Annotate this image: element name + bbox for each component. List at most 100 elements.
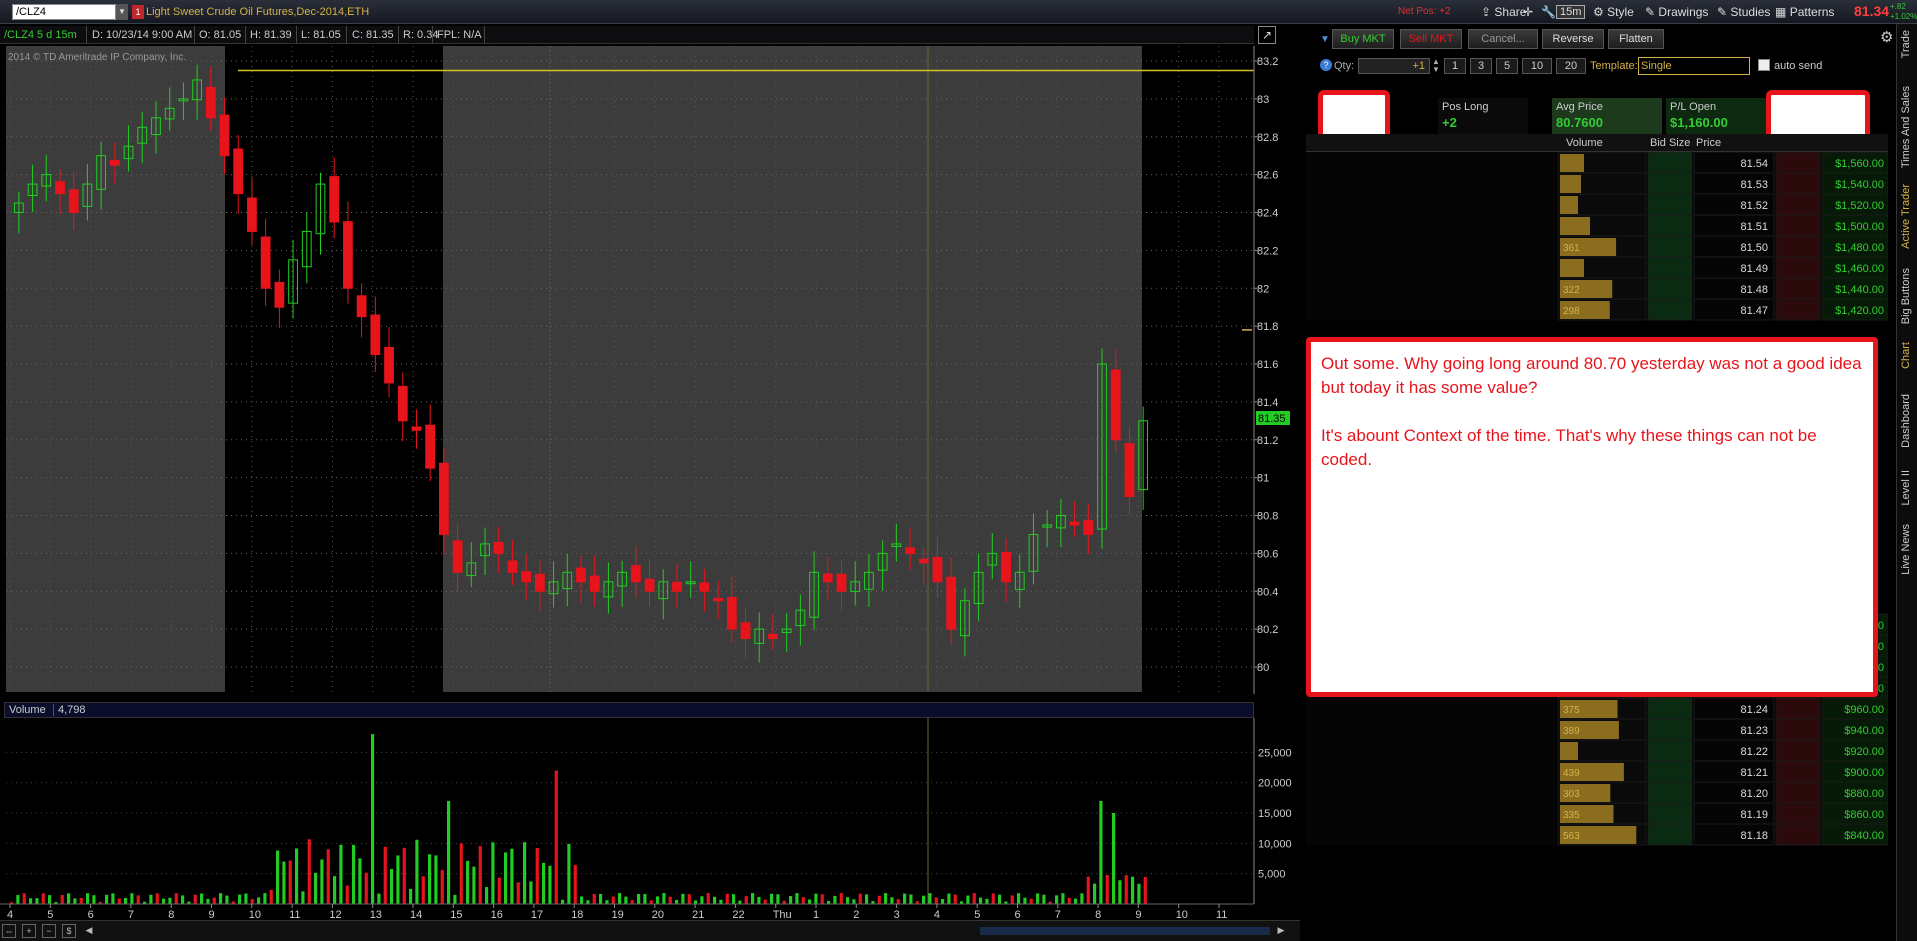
volume-bar (795, 893, 799, 904)
volume-bar (573, 865, 577, 904)
auto-send-checkbox[interactable] (1758, 59, 1770, 71)
ladder-pl: $880.00 (1844, 788, 1884, 800)
volume-bar (668, 896, 672, 904)
volume-bar (200, 893, 204, 904)
horizontal-scrollbar[interactable] (980, 927, 1270, 935)
tab-trade[interactable]: Trade (1900, 30, 1912, 58)
volume-bar (643, 894, 647, 904)
ladder-cell (1775, 802, 1821, 825)
symbol-input[interactable]: /CLZ4 (12, 4, 116, 20)
volume-bar (504, 852, 508, 904)
candle-body (534, 573, 545, 592)
candle-body (233, 148, 244, 195)
qty-preset-5[interactable]: 5 (1496, 58, 1518, 74)
volume-bar (250, 898, 254, 904)
studies-label: Studies (1730, 5, 1771, 19)
zoom-out-icon[interactable]: − (42, 924, 56, 938)
ladder-cell (1306, 215, 1556, 236)
y-tick-label: 81 (1257, 473, 1269, 485)
reverse-button[interactable]: Reverse (1542, 29, 1604, 49)
ladder-volume: 303 (1563, 789, 1580, 800)
zoom-in-icon[interactable]: + (22, 924, 36, 938)
tab-big-buttons[interactable]: Big Buttons (1900, 268, 1912, 324)
qty-preset-3[interactable]: 3 (1470, 58, 1492, 74)
ladder-cell (1775, 256, 1821, 279)
tab-times-and-sales[interactable]: Times And Sales (1900, 86, 1912, 168)
volume-bar (1080, 893, 1084, 904)
buy-market-button[interactable]: Buy MKT (1332, 29, 1394, 49)
expand-icon[interactable]: ⇔ (2, 924, 16, 938)
bar-low: L: 81.05 (301, 29, 341, 41)
bar-close: C: 81.35 (352, 29, 394, 41)
candle-body (1110, 369, 1121, 441)
volume-bar (580, 896, 584, 904)
annotation-note: Out some. Why going long around 80.70 ye… (1306, 337, 1878, 697)
fpl-value: FPL: N/A (437, 29, 482, 41)
qty-stepper[interactable]: ▲ ▼ (1432, 58, 1440, 74)
style-button[interactable]: ⚙ Style (1590, 3, 1637, 21)
ladder-volume: 298 (1563, 306, 1580, 317)
drawing-tool-icon[interactable]: ↗ (1258, 26, 1276, 44)
x-tick-label: 8 (168, 909, 174, 920)
candle-body (918, 558, 929, 564)
chevron-down-icon[interactable]: ▼ (116, 4, 128, 20)
candle-body (836, 573, 847, 592)
tab-live-news[interactable]: Live News (1900, 524, 1912, 575)
ladder-pl: $1,500.00 (1835, 221, 1884, 233)
volume-bar (371, 734, 375, 904)
volume-bar (776, 894, 780, 904)
link-icon[interactable]: 1 (132, 5, 144, 19)
candle-body (644, 578, 655, 592)
tab-active-trader[interactable]: Active Trader (1900, 184, 1912, 249)
template-select[interactable]: Single (1638, 57, 1750, 75)
pos-long-label: Pos Long (1442, 101, 1489, 113)
volume-bar (105, 894, 109, 904)
ladder-cell (1775, 697, 1821, 720)
pos-long-stat: Pos Long +2 (1438, 98, 1528, 134)
pos-long-value: +2 (1442, 115, 1457, 130)
scroll-right-icon[interactable]: ▶ (1274, 924, 1288, 938)
candle-body (109, 159, 120, 166)
x-tick-label: 4 (934, 909, 940, 920)
interval-button[interactable]: 15m (1556, 5, 1586, 19)
x-tick-label: 22 (732, 909, 744, 920)
tab-dashboard[interactable]: Dashboard (1900, 394, 1912, 448)
qty-preset-1[interactable]: 1 (1444, 58, 1466, 74)
volume-bar (1131, 876, 1135, 904)
dollar-icon[interactable]: $ (62, 924, 76, 938)
cancel-button[interactable]: Cancel... (1468, 29, 1538, 49)
volume-bar (79, 898, 83, 904)
scroll-left-icon[interactable]: ◀ (82, 924, 96, 938)
volume-bar (1112, 813, 1116, 904)
volume-bar (706, 893, 710, 904)
ladder-cell (1306, 719, 1556, 740)
help-icon[interactable]: ? (1320, 59, 1332, 71)
vol-y-tick-label: 20,000 (1258, 778, 1292, 790)
drawings-button[interactable]: ✎ Drawings (1642, 3, 1711, 21)
volume-bar (890, 897, 894, 904)
ladder-cell (1647, 823, 1693, 846)
gear-icon[interactable]: ⚙ (1880, 28, 1893, 46)
ladder-cell (1647, 802, 1693, 825)
collapse-icon[interactable]: ▼ (1320, 34, 1330, 45)
tab-level-ii[interactable]: Level II (1900, 470, 1912, 505)
qty-preset-20[interactable]: 20 (1556, 58, 1586, 74)
volume-bar (694, 900, 698, 904)
ladder-pl: $1,480.00 (1835, 242, 1884, 254)
volume-bar (22, 893, 26, 904)
ladder-cell (1306, 698, 1556, 719)
studies-button[interactable]: ✎ Studies (1714, 3, 1773, 21)
flatten-button[interactable]: Flatten (1608, 29, 1664, 49)
volume-bar (333, 876, 337, 904)
sell-market-button[interactable]: Sell MKT (1400, 29, 1462, 49)
candle-body (1001, 551, 1011, 583)
candle-body (672, 581, 682, 592)
qty-input[interactable]: +1 (1358, 58, 1430, 74)
qty-preset-10[interactable]: 10 (1522, 58, 1552, 74)
price-chart[interactable]: 83.2 83 82.8 82.6 82.4 82.2 82 81.8 81.6 81.4 81.2… (0, 44, 1300, 694)
tab-chart[interactable]: Chart (1900, 342, 1912, 369)
volume-bar (212, 897, 216, 904)
volume-bar (934, 897, 938, 904)
patterns-button[interactable]: ▦ Patterns (1772, 3, 1837, 21)
crosshair-icon[interactable]: ✛ (1520, 3, 1536, 21)
